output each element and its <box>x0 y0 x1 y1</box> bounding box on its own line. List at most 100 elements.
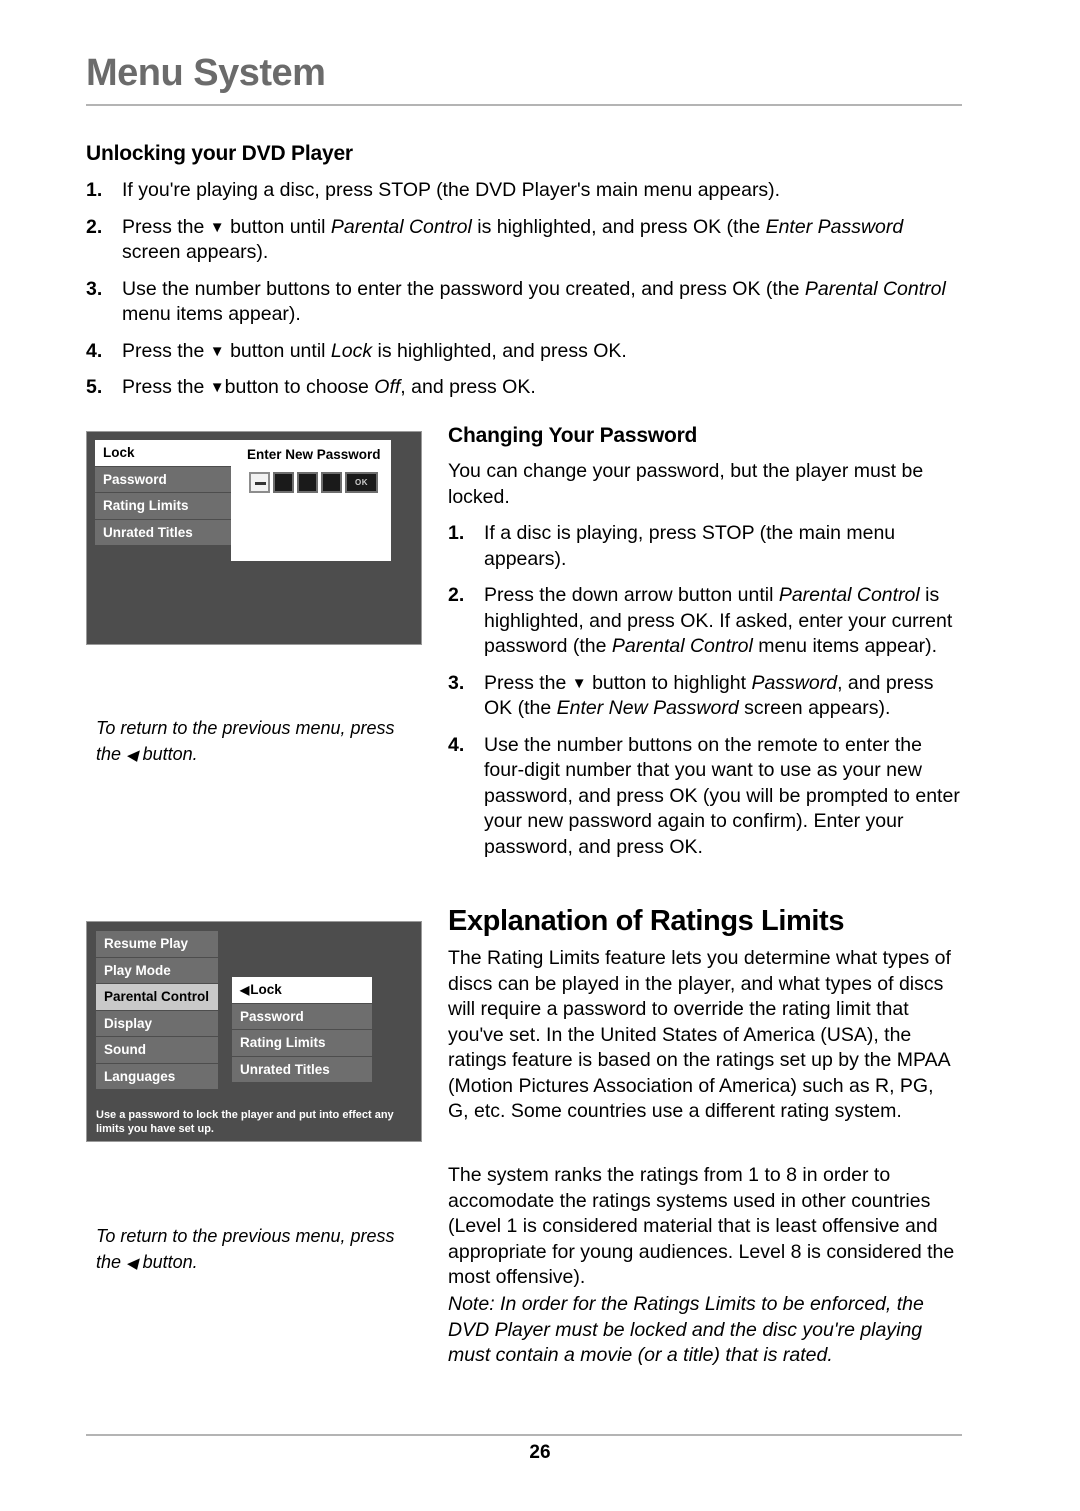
figure2-main-item-parental-control[interactable]: Parental Control <box>96 984 218 1011</box>
unlocking-steps-list: 1. If you're playing a disc, press STOP (… <box>86 178 966 412</box>
emphasis-text: Parental Control <box>778 584 920 606</box>
down-arrow-icon: ▼ <box>209 342 225 360</box>
help-text-line1: Use a password to lock the player and pu… <box>96 1109 394 1121</box>
changing-password-step: 3. Press the ▼ button to highlight Passwo… <box>448 671 963 722</box>
emphasis-text: Password <box>751 671 838 694</box>
figure1-menu-item-rating-limits[interactable]: Rating Limits <box>95 493 239 520</box>
changing-password-step-number: 4. <box>448 733 465 756</box>
heading-changing-your-password: Changing Your Password <box>448 424 698 447</box>
figure2-sub-item-label: Lock <box>250 982 282 997</box>
changing-password-steps-list: 1. If a disc is playing, press STOP (the … <box>448 521 963 871</box>
down-arrow-icon: ▼ <box>209 218 225 236</box>
figure2-sub-item-rating-limits[interactable]: Rating Limits <box>232 1030 372 1057</box>
changing-password-step-text: Press the ▼ button to highlight Password… <box>484 672 934 720</box>
emphasis-text: Off <box>374 376 401 398</box>
step-text-run: button to choose <box>224 376 375 398</box>
unlocking-step-text: Press the ▼ button until Parental Contro… <box>122 216 903 264</box>
figure2-main-item-display[interactable]: Display <box>96 1010 218 1037</box>
figure2-sub-item-label: Password <box>240 1008 304 1024</box>
figure2-submenu-list: ◀Lock Password Rating Limits Unrated Titles <box>232 977 372 1083</box>
figure2-main-item-play-mode[interactable]: Play Mode <box>96 957 218 984</box>
unlocking-step: 2. Press the ▼ button until Parental Cont… <box>86 215 966 266</box>
figure-lock-menu-screenshot: Lock Password Rating Limits Unrated Titles … <box>86 431 422 645</box>
emphasis-text: Lock <box>330 339 373 362</box>
figure1-caption-line1: To return to the previous menu, press <box>96 718 395 738</box>
header-divider <box>86 104 962 106</box>
password-entry-boxes: OK <box>231 462 391 493</box>
unlocking-step-number: 4. <box>86 339 103 362</box>
figure1-menu-list: Lock Password Rating Limits Unrated Titles <box>95 440 239 546</box>
ratings-paragraph-1: The Rating Limits feature lets you deter… <box>448 947 951 1122</box>
figure1-caption-line2-after: button. <box>137 744 198 764</box>
figure1-caption: To return to the previous menu, press th… <box>96 715 406 769</box>
figure2-caption-line1: To return to the previous menu, press <box>96 1226 395 1246</box>
unlocking-step-text: Press the ▼ button until Lock is highlig… <box>122 340 627 362</box>
password-digit-box[interactable] <box>249 472 270 493</box>
changing-password-step-text: Press the down arrow button until Parent… <box>484 584 952 657</box>
figure1-caption-line2-before: the <box>96 744 127 764</box>
down-arrow-icon: ▼ <box>571 674 587 692</box>
unlocking-step: 4. Press the ▼ button until Lock is highl… <box>86 339 966 365</box>
figure1-menu-item-label: Lock <box>103 445 135 460</box>
figure2-caption: To return to the previous menu, press th… <box>96 1223 406 1277</box>
ratings-note: Note: In order for the Ratings Limits to… <box>448 1293 924 1366</box>
figure2-sub-item-lock[interactable]: ◀Lock <box>232 977 372 1004</box>
unlocking-step: 3. Use the number buttons to enter the pa… <box>86 277 966 328</box>
emphasis-text: Parental Control <box>611 635 753 657</box>
figure2-main-item-sound[interactable]: Sound <box>96 1037 218 1064</box>
step-text-run: screen appears). <box>122 241 269 263</box>
help-text-line2: limits you have set up. <box>96 1123 214 1135</box>
emphasis-text: Parental Control <box>804 277 946 300</box>
unlocking-step-text: Use the number buttons to enter the pass… <box>122 278 946 326</box>
step-text-run: , and press OK. <box>400 376 536 398</box>
step-text-run: Use the number buttons on the remote to … <box>484 733 960 858</box>
figure2-main-menu-list: Resume Play Play Mode Parental Control Disp… <box>96 931 218 1090</box>
changing-password-step-number: 2. <box>448 584 465 606</box>
emphasis-text: Parental Control <box>330 215 472 238</box>
unlocking-step: 1. If you're playing a disc, press STOP (… <box>86 178 966 204</box>
password-digit-box[interactable] <box>297 472 318 493</box>
enter-new-password-dialog: Enter New Password OK <box>231 440 391 561</box>
down-arrow-icon: ▼ <box>209 379 225 396</box>
password-digit-box[interactable] <box>273 472 294 493</box>
heading-explanation-ratings-limits: Explanation of Ratings Limits <box>448 905 845 937</box>
figure2-main-item-label: Display <box>104 1015 153 1031</box>
changing-password-step-text: Use the number buttons on the remote to … <box>484 734 960 858</box>
figure1-menu-item-lock[interactable]: Lock <box>95 440 239 467</box>
heading-unlocking-dvd-player: Unlocking your DVD Player <box>86 142 353 165</box>
password-digit-box[interactable] <box>321 472 342 493</box>
changing-password-step: 2. Press the down arrow button until Pare… <box>448 583 963 660</box>
changing-password-step-number: 3. <box>448 671 465 694</box>
figure2-caption-line2-before: the <box>96 1252 127 1272</box>
ratings-paragraph-2: The system ranks the ratings from 1 to 8… <box>448 1164 955 1288</box>
figure2-sub-item-label: Rating Limits <box>240 1035 326 1050</box>
footer-divider <box>86 1434 962 1436</box>
figure1-menu-item-label: Password <box>103 471 167 487</box>
step-text-run: button until <box>224 215 331 238</box>
unlocking-step-number: 5. <box>86 376 103 398</box>
emphasis-text: Enter Password <box>765 215 904 238</box>
dialog-title: Enter New Password <box>247 447 381 462</box>
changing-password-step: 1. If a disc is playing, press STOP (the … <box>448 521 963 572</box>
figure1-menu-item-label: Rating Limits <box>103 498 189 513</box>
step-text-run: menu items appear). <box>122 303 301 325</box>
emphasis-text: Enter New Password <box>556 697 739 719</box>
figure1-menu-item-label: Unrated Titles <box>103 524 193 540</box>
figure2-sub-item-unrated-titles[interactable]: Unrated Titles <box>232 1056 372 1083</box>
figure1-menu-item-password[interactable]: Password <box>95 466 239 493</box>
changing-password-step-number: 1. <box>448 522 465 544</box>
left-arrow-icon: ◀ <box>240 983 250 997</box>
figure2-sub-item-password[interactable]: Password <box>232 1003 372 1030</box>
figure2-main-item-resume-play[interactable]: Resume Play <box>96 931 218 958</box>
figure1-menu-item-unrated-titles[interactable]: Unrated Titles <box>95 519 239 546</box>
step-text-run: Use the number buttons to enter the pass… <box>122 277 805 300</box>
figure2-main-item-label: Sound <box>104 1042 146 1057</box>
step-text-run: button to highlight <box>586 671 752 694</box>
unlocking-step-number: 2. <box>86 215 103 238</box>
figure2-main-item-languages[interactable]: Languages <box>96 1063 218 1090</box>
figure2-main-item-label: Parental Control <box>104 989 210 1004</box>
page-number: 26 <box>529 1442 551 1463</box>
password-ok-button[interactable]: OK <box>345 472 378 493</box>
unlocking-step: 5. Press the ▼button to choose Off, and p… <box>86 375 966 401</box>
step-text-run: button until <box>224 339 331 362</box>
